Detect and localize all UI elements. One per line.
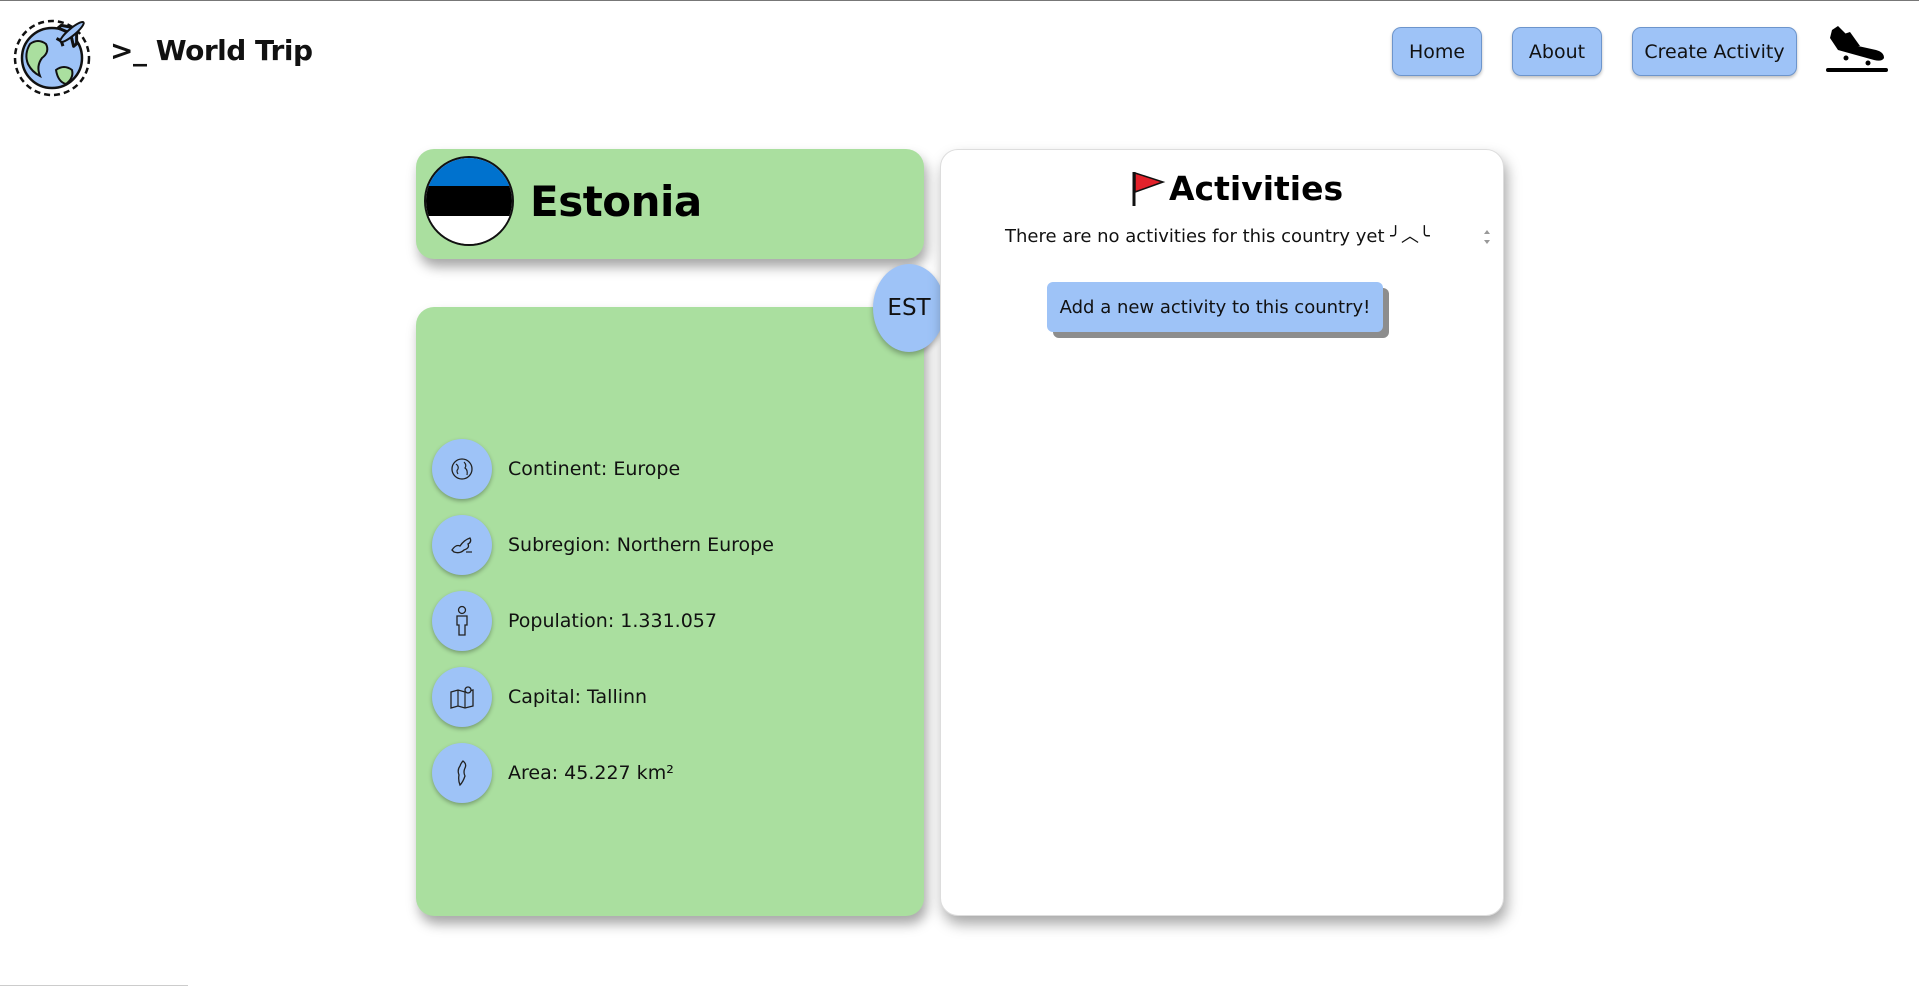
nav-home-button[interactable]: Home (1392, 27, 1482, 76)
top-border (0, 0, 1919, 1)
globe-plane-logo-icon[interactable] (12, 14, 96, 98)
plane-landing-icon[interactable] (1824, 20, 1890, 76)
add-activity-button[interactable]: Add a new activity to this country! (1047, 282, 1383, 332)
nav-about-button[interactable]: About (1512, 27, 1602, 76)
brand-title[interactable]: >_ World Trip (110, 34, 313, 67)
info-capital: Capital: Tallinn (432, 666, 647, 728)
country-name: Estonia (530, 177, 702, 226)
red-flag-icon (1132, 171, 1166, 206)
country-info-card: Continent: Europe Subregion: Northern Eu… (416, 307, 924, 916)
globe-icon (432, 439, 492, 499)
country-shape-icon (432, 743, 492, 803)
country-header-card: Estonia (416, 149, 924, 259)
country-flag (424, 156, 514, 246)
nav-create-activity-button[interactable]: Create Activity (1632, 27, 1797, 76)
region-map-icon (432, 515, 492, 575)
person-icon (432, 591, 492, 651)
capital-text: Capital: Tallinn (508, 686, 648, 708)
bottom-divider (0, 985, 188, 986)
population-text: Population: 1.331.057 (508, 610, 717, 632)
country-code-badge: EST (873, 264, 945, 352)
area-text: Area: 45.227 km² (508, 762, 674, 784)
continent-text: Continent: Europe (508, 458, 681, 480)
map-pin-icon (432, 667, 492, 727)
info-subregion: Subregion: Northern Europe (432, 514, 774, 576)
info-area: Area: 45.227 km² (432, 742, 674, 804)
activities-title: Activities (1169, 168, 1344, 208)
activities-panel: Activities There are no activities for t… (940, 149, 1504, 916)
info-population: Population: 1.331.057 (432, 590, 717, 652)
activities-heading: Activities (1129, 168, 1343, 208)
info-continent: Continent: Europe (432, 438, 680, 500)
no-activities-message: There are no activities for this country… (1005, 226, 1430, 247)
scroll-arrows-icon[interactable] (1482, 226, 1492, 248)
subregion-text: Subregion: Northern Europe (508, 534, 774, 556)
